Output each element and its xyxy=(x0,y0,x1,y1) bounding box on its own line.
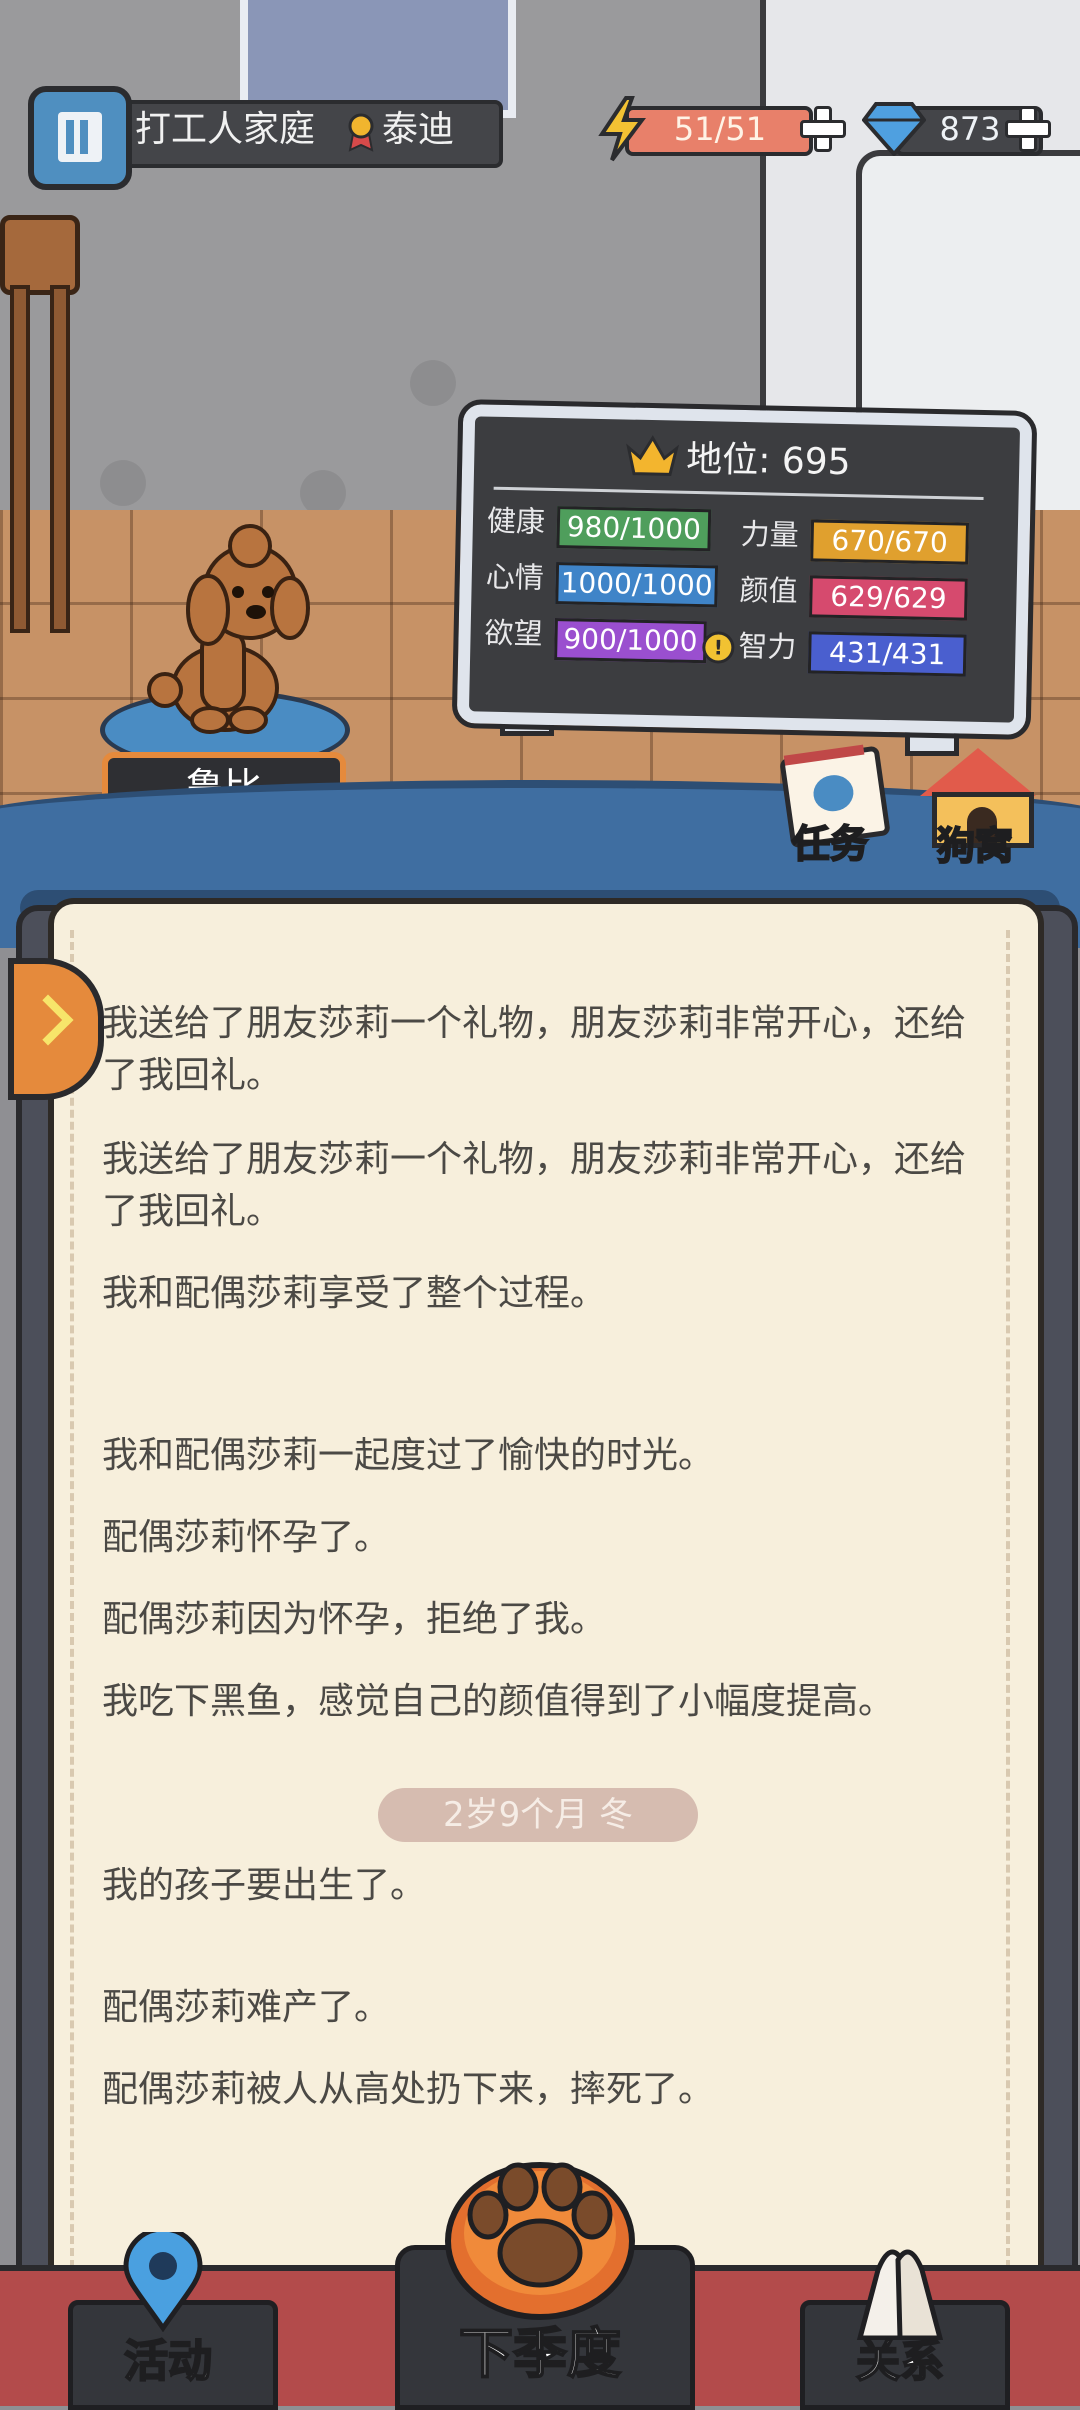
add-gems-plus-icon[interactable] xyxy=(1005,106,1051,152)
stat-label-looks: 颜值 xyxy=(739,572,798,609)
add-energy-plus-icon[interactable] xyxy=(800,106,846,152)
stat-value-desire: 900/1000 xyxy=(554,618,707,664)
task-button[interactable]: 任务 xyxy=(775,744,891,872)
log-entry: 我的孩子要出生了。 xyxy=(102,1865,427,1906)
status-score: 地位: 695 xyxy=(685,438,851,484)
stat-value-mood: 1000/1000 xyxy=(555,562,719,608)
expand-log-button[interactable] xyxy=(8,958,104,1100)
task-label: 任务 xyxy=(791,821,869,867)
log-entry: 我和配偶莎莉享受了整个过程。 xyxy=(102,1273,607,1314)
next-season-label: 下季度 xyxy=(458,2321,622,2386)
paper-border xyxy=(1006,930,1010,2280)
pet-breed-tag: 泰迪 xyxy=(382,109,455,150)
stat-value-intelligence: 431/431 xyxy=(807,631,967,677)
paw-icon[interactable] xyxy=(438,2145,643,2320)
alert-icon[interactable]: ! xyxy=(702,631,735,664)
map-pin-icon xyxy=(123,2232,203,2332)
stat-label-intelligence: 智力 xyxy=(738,628,797,665)
log-entry: 我送给了朋友莎莉一个礼物，朋友莎莉非常开心，还给了我回礼。 xyxy=(102,1003,967,1096)
paper-border xyxy=(70,930,74,2280)
paw-print-decoration xyxy=(410,360,456,406)
log-entry: 配偶莎莉被人从高处扔下来，摔死了。 xyxy=(102,2069,715,2110)
paw-print-decoration xyxy=(100,460,146,506)
log-entry: 我吃下黑鱼，感觉自己的颜值得到了小幅度提高。 xyxy=(102,1681,895,1722)
building-icon[interactable] xyxy=(28,86,132,190)
stat-value-health: 980/1000 xyxy=(556,506,712,552)
kennel-button[interactable]: 狗窝 xyxy=(910,748,1040,874)
chevron-right-icon xyxy=(22,994,74,1046)
stat-value-looks: 629/629 xyxy=(809,575,968,621)
stat-label-desire: 欲望 xyxy=(484,615,543,651)
poodle-dog[interactable] xyxy=(130,520,330,740)
lightning-icon xyxy=(598,96,646,162)
log-entry: 配偶莎莉怀孕了。 xyxy=(102,1517,391,1558)
stool xyxy=(0,215,80,635)
divider xyxy=(493,486,984,500)
family-name: 打工人家庭 xyxy=(135,109,316,150)
log-entry: 配偶莎莉难产了。 xyxy=(102,1987,391,2028)
activity-label: 活动 xyxy=(123,2335,213,2388)
relation-label: 关系 xyxy=(855,2335,945,2388)
kennel-label: 狗窝 xyxy=(936,823,1014,869)
log-entry: 配偶莎莉因为怀孕，拒绝了我。 xyxy=(102,1599,607,1640)
stat-label-health: 健康 xyxy=(486,503,546,539)
doghouse-icon xyxy=(920,748,1036,796)
crown-icon xyxy=(626,435,680,476)
log-entry: 我送给了朋友莎莉一个礼物，朋友莎莉非常开心，还给了我回礼。 xyxy=(102,1139,967,1232)
status-board: 地位: 695 健康 980/1000 心情 1000/1000 欲望 900/… xyxy=(451,398,1038,741)
medal-icon xyxy=(348,113,374,152)
season-divider-label: 2岁9个月 冬 xyxy=(442,1795,634,1835)
stat-label-mood: 心情 xyxy=(485,559,545,595)
stat-value-strength: 670/670 xyxy=(810,519,970,565)
stat-label-strength: 力量 xyxy=(740,516,800,553)
energy-value: 51/51 xyxy=(673,110,767,148)
holding-hands-icon xyxy=(856,2249,944,2340)
log-entry: 我和配偶莎莉一起度过了愉快的时光。 xyxy=(102,1435,715,1476)
